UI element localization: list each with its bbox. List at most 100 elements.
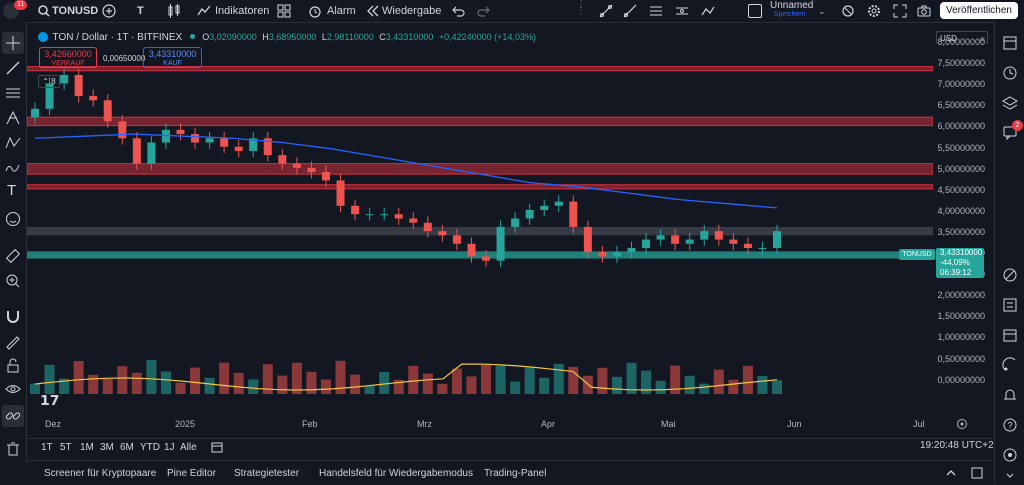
- currency-menu-icon[interactable]: ≡: [980, 35, 985, 44]
- range-button[interactable]: 1M: [80, 442, 94, 453]
- publish-button[interactable]: Veröffentlichen: [940, 2, 1018, 19]
- zoom-in-icon[interactable]: [4, 272, 22, 290]
- interval-button[interactable]: T: [137, 3, 144, 19]
- layers-icon[interactable]: [1001, 94, 1019, 112]
- layout-grid-icon[interactable]: [276, 3, 292, 19]
- candle-body: [554, 201, 563, 206]
- candle-body: [74, 74, 83, 97]
- symbol-search[interactable]: TONUSD: [52, 3, 98, 19]
- horizontal-lines-icon[interactable]: [4, 84, 22, 102]
- range-button[interactable]: 5T: [60, 442, 72, 453]
- volume-bar: [364, 386, 375, 394]
- candle-body: [147, 142, 156, 164]
- chevron-up-icon[interactable]: [944, 466, 958, 480]
- text-tool-icon[interactable]: T: [7, 182, 16, 199]
- maximize-panel-icon[interactable]: [970, 466, 984, 480]
- layout-square-icon[interactable]: [748, 4, 762, 18]
- trend-line-icon[interactable]: [598, 3, 614, 19]
- time-axis[interactable]: Dez 2025 Feb Mrz Apr Mai Jun Jul: [27, 414, 933, 436]
- news-icon[interactable]: [1001, 296, 1019, 314]
- crosshair-icon[interactable]: [4, 34, 22, 52]
- alarm-clock-icon[interactable]: [307, 3, 323, 19]
- ray-line-icon[interactable]: [622, 3, 638, 19]
- price-chart[interactable]: [27, 24, 933, 438]
- add-symbol-icon[interactable]: [101, 3, 117, 19]
- range-button[interactable]: Alle: [180, 442, 197, 453]
- path-icon[interactable]: [700, 3, 716, 19]
- footer-tab[interactable]: Screener für Kryptopaare: [44, 468, 156, 479]
- indicators-icon[interactable]: [196, 3, 212, 19]
- price-tick: 4,50000000: [937, 184, 985, 195]
- help-icon[interactable]: ?: [1001, 416, 1019, 434]
- search-icon[interactable]: [36, 3, 52, 19]
- redo-icon[interactable]: [476, 3, 492, 19]
- camera-icon[interactable]: [916, 3, 932, 19]
- replay-button[interactable]: Wiedergabe: [382, 3, 441, 19]
- fib-icon[interactable]: [648, 3, 664, 19]
- time-settings-icon[interactable]: [956, 418, 968, 430]
- eye-icon[interactable]: [4, 380, 22, 398]
- legend-change: +0,42240000 (+14,03%): [438, 32, 536, 42]
- footer-tab[interactable]: Strategietester: [234, 468, 299, 479]
- candle-body: [642, 239, 651, 248]
- volume-bar: [481, 364, 492, 394]
- footer-tab[interactable]: Pine Editor: [167, 468, 216, 479]
- magnet-icon[interactable]: [4, 307, 22, 325]
- ruler-icon[interactable]: [4, 247, 22, 265]
- candle-body: [31, 108, 39, 118]
- alert-button[interactable]: Alarm: [327, 3, 356, 19]
- notifications-bell-icon[interactable]: [1001, 386, 1019, 404]
- candle-body: [569, 201, 578, 227]
- lock-drawing-icon[interactable]: [4, 332, 22, 350]
- volume-bar: [539, 377, 550, 394]
- drag-handle[interactable]: ⋮ ⋮: [576, 0, 586, 20]
- range-button[interactable]: 1T: [41, 442, 53, 453]
- signals-icon[interactable]: [1001, 356, 1019, 374]
- watchlist-icon[interactable]: [1001, 34, 1019, 52]
- trash-icon[interactable]: [4, 440, 22, 458]
- goto-date-icon[interactable]: [210, 440, 224, 454]
- chevron-down-icon[interactable]: ⌄: [818, 3, 826, 19]
- channel-icon[interactable]: [674, 3, 690, 19]
- candle-body: [423, 222, 432, 232]
- candle-body: [205, 138, 214, 143]
- range-button[interactable]: 6M: [120, 442, 134, 453]
- gear-icon[interactable]: [866, 3, 882, 19]
- volume-bar: [742, 365, 753, 394]
- settings-grid-icon[interactable]: [1001, 446, 1019, 464]
- fullscreen-icon[interactable]: [892, 3, 908, 19]
- replay-icon[interactable]: [364, 3, 380, 19]
- trendline-tool-icon[interactable]: [4, 59, 22, 77]
- range-button[interactable]: 1J: [164, 442, 175, 453]
- indicators-button[interactable]: Indikatoren: [215, 3, 269, 19]
- range-button[interactable]: 3M: [100, 442, 114, 453]
- range-button[interactable]: YTD: [140, 442, 160, 453]
- calendar-icon[interactable]: [1001, 326, 1019, 344]
- pitchfork-icon[interactable]: [4, 109, 22, 127]
- expand-chevron-icon[interactable]: [1001, 466, 1019, 484]
- last-price-label: 3,43310000 -44,09% 06:39:12: [936, 248, 984, 278]
- emoji-icon[interactable]: [4, 210, 22, 228]
- price-tick: 7,00000000: [937, 79, 985, 90]
- alerts-panel-icon[interactable]: [1001, 64, 1019, 82]
- quick-search-icon[interactable]: [840, 3, 856, 19]
- link-icon[interactable]: [4, 407, 22, 425]
- price-scale[interactable]: 8,00000000 7,50000000 7,00000000 6,50000000…: [933, 24, 993, 414]
- volume-bar: [30, 383, 40, 394]
- buy-label: KAUF: [163, 60, 182, 67]
- wave-icon[interactable]: [4, 159, 22, 177]
- undo-icon[interactable]: [450, 3, 466, 19]
- sell-button[interactable]: 3,42660000 VERKAUF: [39, 47, 97, 68]
- lock-icon[interactable]: [4, 357, 22, 375]
- indicator-collapse[interactable]: ⌃ 8: [38, 75, 60, 88]
- pattern-icon[interactable]: [4, 134, 22, 152]
- legend-title[interactable]: TON / Dollar · 1T · BITFINEX: [53, 32, 183, 43]
- candle-body: [321, 172, 330, 181]
- candle-body: [758, 248, 767, 249]
- buy-button[interactable]: 3,43310000 KAUF: [143, 47, 202, 68]
- candle-style-icon[interactable]: [166, 3, 182, 19]
- ideas-icon[interactable]: [1001, 266, 1019, 284]
- footer-tab[interactable]: Handelsfeld für Wiedergabemodus: [319, 468, 473, 479]
- clock[interactable]: 19:20:48 UTC+2: [920, 440, 994, 451]
- footer-tab[interactable]: Trading-Panel: [484, 468, 546, 479]
